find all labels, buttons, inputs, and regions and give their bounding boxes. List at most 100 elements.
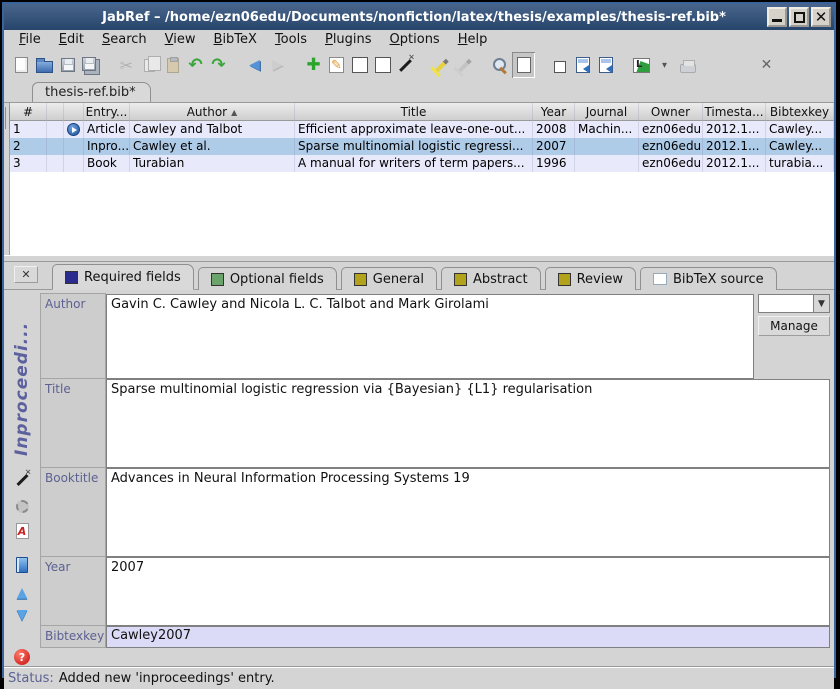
entry-editor-tabrow: ✕ Required fieldsOptional fieldsGeneralA… <box>4 262 834 290</box>
column-header-icon1[interactable] <box>47 103 64 121</box>
manage-button[interactable]: Manage <box>758 316 830 336</box>
edit-entry-button[interactable]: ✎ <box>325 52 348 78</box>
field-author-input[interactable]: Gavin C. Cawley and Nicola L. C. Talbot … <box>106 294 754 379</box>
wand-button[interactable] <box>12 470 32 490</box>
menu-help[interactable]: Help <box>449 31 497 49</box>
menu-bibtex[interactable]: BibTeX <box>205 31 266 49</box>
cell-marker <box>47 138 64 155</box>
toggle-groups-button[interactable] <box>348 52 371 78</box>
gear-button[interactable] <box>12 496 32 516</box>
field-title-input[interactable]: Sparse multinomial logistic regression v… <box>106 379 830 468</box>
cut-button[interactable]: ✂ <box>115 52 138 78</box>
search-button[interactable] <box>489 52 512 78</box>
menu-search[interactable]: Search <box>93 31 156 49</box>
column-header-#[interactable]: # <box>10 103 47 121</box>
close-button[interactable]: ✕ <box>811 7 831 27</box>
push-to-lyx-button[interactable] <box>630 52 653 78</box>
table-row[interactable]: 2Inpro...Cawley et al.Sparse multinomial… <box>10 138 834 155</box>
gear-icon <box>16 500 29 513</box>
forward-button[interactable]: ▶ <box>266 52 289 78</box>
cell-link <box>64 155 84 172</box>
field-booktitle-input[interactable]: Advances in Neural Information Processin… <box>106 468 830 557</box>
menu-options[interactable]: Options <box>381 31 449 49</box>
minimize-button[interactable] <box>767 7 787 27</box>
mark-entries-button[interactable] <box>430 52 453 78</box>
redo-icon: ↷ <box>211 58 225 72</box>
toggle-preview-icon <box>375 57 391 73</box>
menu-file[interactable]: File <box>10 31 50 49</box>
column-header-label: Timesta... <box>704 105 763 119</box>
database-tabstrip: thesis-ref.bib* <box>4 80 834 102</box>
column-header-label: Author <box>187 105 227 119</box>
cell-author: Cawley and Talbot <box>130 121 295 138</box>
copy-button[interactable] <box>138 52 161 78</box>
save-database-as-button[interactable] <box>79 52 102 78</box>
toolbar-close-button[interactable]: ✕ <box>755 52 778 78</box>
redo-button[interactable]: ↷ <box>207 52 230 78</box>
column-header-icon2[interactable] <box>64 103 84 121</box>
external-link-icon[interactable] <box>67 123 80 136</box>
tab-required-fields[interactable]: Required fields <box>52 264 194 290</box>
down-arrow-button[interactable]: ▼ <box>12 605 32 625</box>
toolbar-close-icon: ✕ <box>761 57 773 73</box>
open-database-button[interactable] <box>33 52 56 78</box>
open-url-button[interactable] <box>594 52 617 78</box>
cell-author: Cawley et al. <box>130 138 295 155</box>
table-row[interactable]: 1ArticleCawley and TalbotEfficient appro… <box>10 121 834 138</box>
push-dropdown-caret-button[interactable]: ▾ <box>653 52 676 78</box>
column-header-label: Entry... <box>86 105 128 119</box>
column-header-timesta[interactable]: Timesta... <box>703 103 766 121</box>
help-button[interactable]: ? <box>12 647 32 667</box>
titlebar[interactable]: JabRef – /home/ezn06edu/Documents/nonfic… <box>4 4 834 30</box>
pdf-button[interactable]: A <box>12 521 32 541</box>
tab-bibtex-source[interactable]: BibTeX source <box>640 267 777 290</box>
push-application-button[interactable] <box>676 52 699 78</box>
duplicate-pages-button[interactable] <box>548 52 571 78</box>
tab-general[interactable]: General <box>341 267 437 290</box>
paste-button[interactable] <box>161 52 184 78</box>
field-label-year: Year <box>40 556 106 626</box>
maximize-button[interactable] <box>789 7 809 27</box>
column-header-year[interactable]: Year <box>533 103 575 121</box>
status-message: Added new 'inproceedings' entry. <box>59 671 275 686</box>
database-tab[interactable]: thesis-ref.bib* <box>32 82 151 102</box>
entry-table: # Entry...Author▲TitleYearJournalOwnerTim… <box>10 103 834 255</box>
open-file-button[interactable] <box>571 52 594 78</box>
wand-button[interactable] <box>394 52 417 78</box>
field-bibtexkey-input[interactable]: Cawley2007 <box>106 626 830 648</box>
new-database-button[interactable] <box>10 52 33 78</box>
name-selector-combobox[interactable]: ▼ <box>758 294 830 313</box>
tab-abstract[interactable]: Abstract <box>441 267 541 290</box>
column-header-owner[interactable]: Owner <box>639 103 703 121</box>
undo-button[interactable]: ↶ <box>184 52 207 78</box>
table-row[interactable]: 3BookTurabianA manual for writers of ter… <box>10 155 834 172</box>
up-arrow-button[interactable]: ▲ <box>12 583 32 603</box>
sidepane-splitter[interactable] <box>4 103 10 255</box>
entry-editor-close-button[interactable]: ✕ <box>14 266 38 283</box>
tab-optional-fields[interactable]: Optional fields <box>198 267 337 290</box>
field-year-input[interactable]: 2007 <box>106 557 830 626</box>
cell-entrytype: Article <box>84 121 130 138</box>
tab-review[interactable]: Review <box>545 267 636 290</box>
menu-plugins[interactable]: Plugins <box>316 31 381 49</box>
menu-tools[interactable]: Tools <box>266 31 316 49</box>
column-header-journal[interactable]: Journal <box>575 103 639 121</box>
preview-button[interactable] <box>512 52 535 78</box>
column-header-title[interactable]: Title <box>295 103 533 121</box>
toggle-preview-button[interactable] <box>371 52 394 78</box>
book-button[interactable] <box>12 555 32 575</box>
chevron-down-icon[interactable]: ▼ <box>813 295 829 312</box>
menu-view[interactable]: View <box>156 31 205 49</box>
unmark-entries-button[interactable] <box>453 52 476 78</box>
column-header-author[interactable]: Author▲ <box>130 103 295 121</box>
back-button[interactable]: ◀ <box>243 52 266 78</box>
save-database-button[interactable] <box>56 52 79 78</box>
column-header-bibtexkey[interactable]: Bibtexkey <box>766 103 834 121</box>
column-header-entry[interactable]: Entry... <box>84 103 130 121</box>
table-empty-area[interactable] <box>10 172 834 255</box>
entry-editor-fields: AuthorGavin C. Cawley and Nicola L. C. T… <box>40 290 834 667</box>
new-entry-button[interactable]: ✚ <box>302 52 325 78</box>
cell-marker <box>47 121 64 138</box>
menu-edit[interactable]: Edit <box>50 31 93 49</box>
paste-icon <box>167 58 179 73</box>
